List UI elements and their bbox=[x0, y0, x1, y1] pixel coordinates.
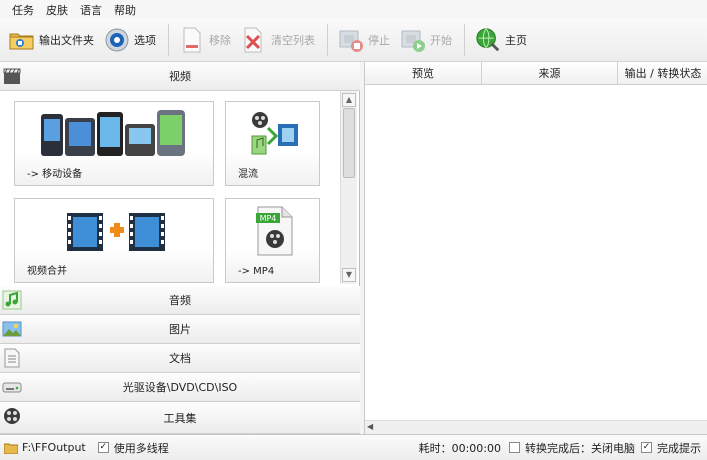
scroll-left-icon[interactable]: ◀ bbox=[367, 422, 377, 432]
multithread-label: 使用多线程 bbox=[113, 441, 169, 455]
list-horizontal-scrollbar[interactable]: ◀ bbox=[365, 420, 707, 434]
scroll-up-icon[interactable]: ▲ bbox=[342, 93, 356, 107]
column-header-output-status[interactable]: 输出 / 转换状态 bbox=[618, 62, 707, 85]
category-panel: 视频 -> 移动设备 混流 视频合并 MP4 -> MP4 ▲ ▼ 音频 图片 … bbox=[0, 62, 360, 434]
tile-mobile-devices-label: -> 移动设备 bbox=[27, 169, 83, 180]
category-tools-label: 工具集 bbox=[163, 411, 197, 425]
category-audio-label: 音频 bbox=[169, 294, 191, 307]
options-button[interactable]: 选项 bbox=[100, 22, 160, 58]
elapsed-time: 耗时：00:00:00 bbox=[419, 440, 501, 456]
output-folder-label: 输出文件夹 bbox=[39, 34, 94, 47]
status-bar: F:\FFOutput ✓ 使用多线程 耗时：00:00:00 转换完成后：关闭… bbox=[0, 434, 707, 460]
toolbar-separator bbox=[327, 24, 328, 56]
output-folder-button[interactable]: 输出文件夹 bbox=[5, 22, 98, 58]
toolbar-separator bbox=[168, 24, 169, 56]
folder-icon bbox=[9, 27, 35, 53]
start-icon bbox=[400, 27, 426, 53]
completion-prompt-checkbox[interactable]: ✓ bbox=[641, 442, 652, 453]
toolbar-separator bbox=[464, 24, 465, 56]
category-picture[interactable]: 图片 bbox=[0, 315, 360, 344]
category-optical-drive-label: 光驱设备\DVD\CD\ISO bbox=[122, 381, 238, 394]
menu-bar: 任务 皮肤 语言 帮助 bbox=[0, 0, 707, 19]
home-button[interactable]: 主页 bbox=[471, 22, 531, 58]
clear-list-icon bbox=[241, 27, 267, 53]
menu-skin[interactable]: 皮肤 bbox=[40, 2, 74, 18]
multithread-option[interactable]: ✓ 使用多线程 bbox=[97, 440, 169, 456]
tile-to-mp4[interactable]: MP4 -> MP4 bbox=[225, 198, 320, 283]
category-optical-drive[interactable]: 光驱设备\DVD\CD\ISO bbox=[0, 373, 360, 402]
picture-icon bbox=[2, 319, 22, 339]
output-path-text: F:\FFOutput bbox=[22, 441, 86, 454]
column-header-source[interactable]: 来源 bbox=[482, 62, 618, 85]
tile-mux[interactable]: 混流 bbox=[225, 101, 320, 186]
remove-document-icon bbox=[179, 27, 205, 53]
stop-icon bbox=[338, 27, 364, 53]
video-join-icon bbox=[67, 209, 167, 258]
gear-icon bbox=[104, 27, 130, 53]
category-video-label: 视频 bbox=[169, 70, 191, 83]
optical-drive-icon bbox=[2, 377, 22, 397]
menu-help[interactable]: 帮助 bbox=[108, 2, 142, 18]
after-convert-label: 转换完成后：关闭电脑 bbox=[525, 441, 635, 455]
stop-button[interactable]: 停止 bbox=[334, 22, 394, 58]
category-picture-label: 图片 bbox=[169, 323, 191, 336]
mp4-badge-text: MP4 bbox=[260, 214, 277, 223]
tile-video-join[interactable]: 视频合并 bbox=[14, 198, 214, 283]
mux-icon bbox=[248, 110, 300, 163]
tiles-scrollbar[interactable]: ▲ ▼ bbox=[340, 91, 357, 284]
category-document[interactable]: 文档 bbox=[0, 344, 360, 373]
category-tools[interactable]: 工具集 bbox=[0, 402, 360, 434]
globe-search-icon bbox=[475, 27, 501, 53]
video-function-tiles: -> 移动设备 混流 视频合并 MP4 -> MP4 bbox=[0, 91, 340, 284]
mobile-devices-icon bbox=[39, 108, 189, 163]
tile-mux-label: 混流 bbox=[238, 169, 258, 180]
mp4-file-icon: MP4 bbox=[254, 205, 296, 260]
tools-reel-icon bbox=[2, 406, 22, 426]
music-note-icon bbox=[2, 290, 22, 310]
multithread-checkbox[interactable]: ✓ bbox=[97, 442, 109, 453]
start-button[interactable]: 开始 bbox=[396, 22, 456, 58]
tile-to-mp4-label: -> MP4 bbox=[238, 266, 275, 277]
scroll-thumb[interactable] bbox=[343, 108, 355, 178]
clear-list-label: 清空列表 bbox=[271, 34, 315, 47]
output-path[interactable]: F:\FFOutput bbox=[4, 441, 86, 454]
folder-small-icon bbox=[4, 442, 18, 454]
elapsed-time-text: 耗时：00:00:00 bbox=[418, 441, 501, 455]
after-convert-option[interactable]: 转换完成后：关闭电脑 bbox=[509, 440, 635, 456]
tile-video-join-label: 视频合并 bbox=[27, 266, 67, 277]
remove-label: 移除 bbox=[209, 34, 231, 47]
start-label: 开始 bbox=[430, 34, 452, 47]
remove-button[interactable]: 移除 bbox=[175, 22, 235, 58]
tile-mobile-devices[interactable]: -> 移动设备 bbox=[14, 101, 214, 186]
home-label: 主页 bbox=[505, 34, 527, 47]
category-video[interactable]: 视频 bbox=[0, 62, 360, 91]
completion-prompt-option[interactable]: ✓ 完成提示 bbox=[641, 440, 701, 456]
stop-label: 停止 bbox=[368, 34, 390, 47]
options-label: 选项 bbox=[134, 34, 156, 47]
document-icon bbox=[2, 348, 22, 368]
category-audio[interactable]: 音频 bbox=[0, 286, 360, 315]
category-document-label: 文档 bbox=[169, 352, 191, 365]
clapperboard-icon bbox=[2, 66, 22, 86]
task-list[interactable]: 预览 来源 输出 / 转换状态 ◀ bbox=[364, 62, 707, 434]
toolbar: 输出文件夹 选项 移除 清空列表 停止 开始 主页 bbox=[0, 19, 707, 62]
menu-language[interactable]: 语言 bbox=[74, 2, 108, 18]
column-header-preview[interactable]: 预览 bbox=[365, 62, 482, 85]
clear-list-button[interactable]: 清空列表 bbox=[237, 22, 319, 58]
scroll-down-icon[interactable]: ▼ bbox=[342, 268, 356, 282]
after-convert-checkbox[interactable] bbox=[509, 442, 520, 453]
completion-prompt-label: 完成提示 bbox=[657, 441, 701, 455]
menu-task[interactable]: 任务 bbox=[6, 2, 40, 18]
